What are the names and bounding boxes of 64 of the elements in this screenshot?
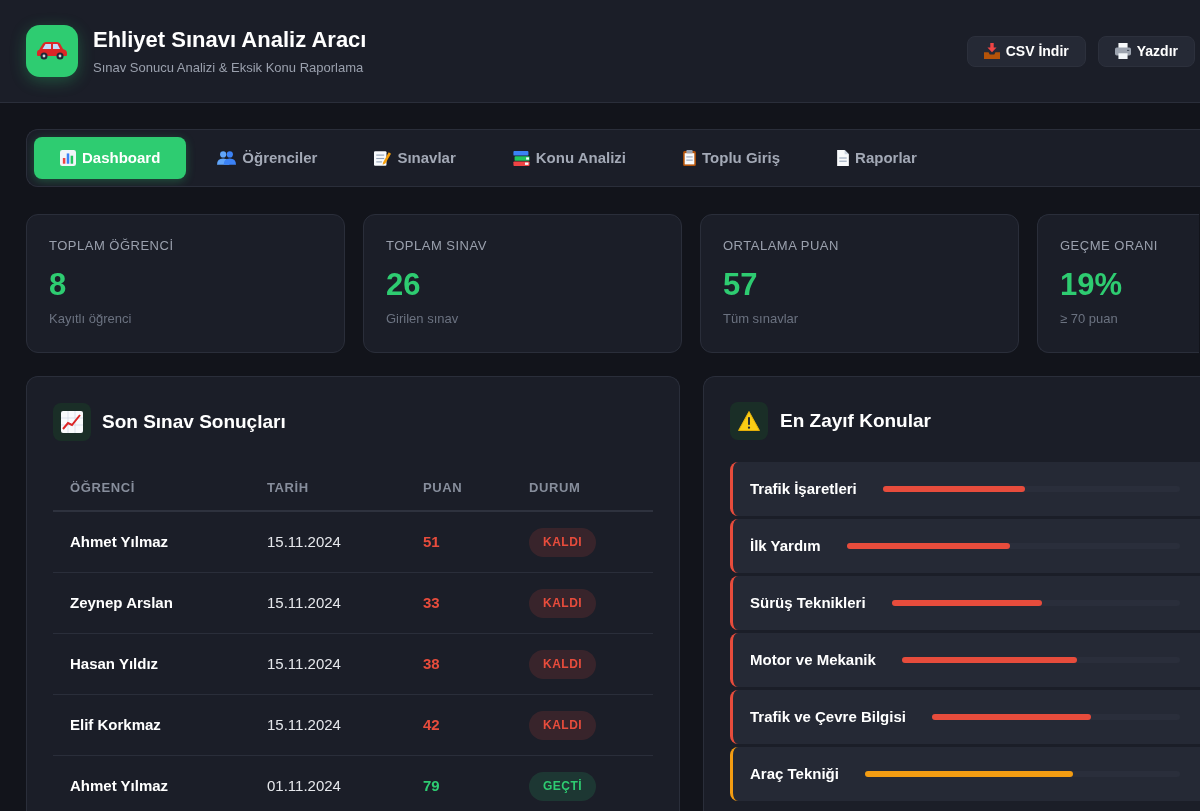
app-subtitle: Sınav Sonucu Analizi & Eksik Konu Raporlama [93,58,365,77]
status-badge: KALDI [529,527,597,557]
table-cell: Hasan Yıldız [70,655,159,672]
document-icon [837,150,850,166]
table-cell: 42 [423,716,440,733]
status-badge: GEÇTİ [529,771,597,801]
table-cell: Ahmet Yılmaz [70,777,169,794]
topic-name: Sürüş Teknikleri [750,592,866,613]
download-button[interactable]: CSV İndir [966,35,1086,67]
status-badge: KALDI [529,710,597,740]
stat-label: ORTALAMA PUAN [723,237,840,255]
warning-icon [730,402,768,440]
status-badge: KALDI [529,649,597,679]
panel-title: Son Sınav Sonuçları [102,409,286,434]
printer-icon [1114,43,1131,59]
topic-name: Trafik ve Çevre Bilgisi [750,706,906,727]
inbox-tray-icon [983,43,1000,59]
stat-value: 57 [723,267,759,303]
table-cell: Elif Korkmaz [70,716,161,733]
people-icon [217,151,237,165]
table-cell: 01.11.2024 [267,777,341,794]
nav-tab[interactable]: Konu Analizi [486,137,653,179]
app-title: Ehliyet Sınavı Analiz Aracı [93,25,367,54]
column-header: ÖĞRENCİ [70,479,135,495]
column-header: TARİH [267,479,309,495]
stat-value: 26 [386,267,422,303]
topic-name: Trafik İşaretleri [750,478,857,499]
stat-label: GEÇME ORANI [1060,237,1159,255]
stat-label: TOPLAM ÖĞRENCİ [49,237,175,255]
bar-chart-icon [60,150,76,166]
table-cell: 33 [423,594,440,611]
car-icon [26,25,78,77]
nav-tab[interactable]: Sınavlar [348,137,482,179]
clipboard-icon [683,150,697,166]
stat-value: 19% [1060,267,1124,303]
topic-name: İlk Yardım [750,535,821,556]
stat-value: 8 [49,267,68,303]
stat-caption: ≥ 70 puan [1060,310,1119,328]
table-cell: Ahmet Yılmaz [70,533,169,550]
topic-name: Motor ve Mekanik [750,649,876,670]
stat-caption: Tüm sınavlar [723,310,800,328]
table-cell: 79 [423,777,440,794]
topic-name: Araç Tekniği [750,763,839,784]
stat-caption: Kayıtlı öğrenci [49,310,133,328]
column-header: PUAN [423,479,463,495]
table-cell: 38 [423,655,440,672]
column-header: DURUM [529,479,581,495]
notepad-pencil-icon [374,150,392,166]
nav-tab[interactable]: Toplu Giriş [657,137,807,179]
status-badge: KALDI [529,588,597,618]
table-cell: 15.11.2024 [267,533,341,550]
nav-tab[interactable]: Öğrenciler [191,137,344,179]
table-cell: Zeynep Arslan [70,594,173,611]
print-button[interactable]: Yazdır [1097,35,1195,67]
stat-label: TOPLAM SINAV [386,237,488,255]
table-cell: 51 [423,533,440,550]
table-cell: 15.11.2024 [267,716,341,733]
nav-tab[interactable]: Raporlar [811,137,943,179]
table-cell: 15.11.2024 [267,655,341,672]
books-icon [512,150,530,166]
stat-caption: Girilen sınav [386,310,460,328]
panel-title: En Zayıf Konular [780,408,931,433]
table-cell: 15.11.2024 [267,594,341,611]
line-chart-icon [53,403,91,441]
